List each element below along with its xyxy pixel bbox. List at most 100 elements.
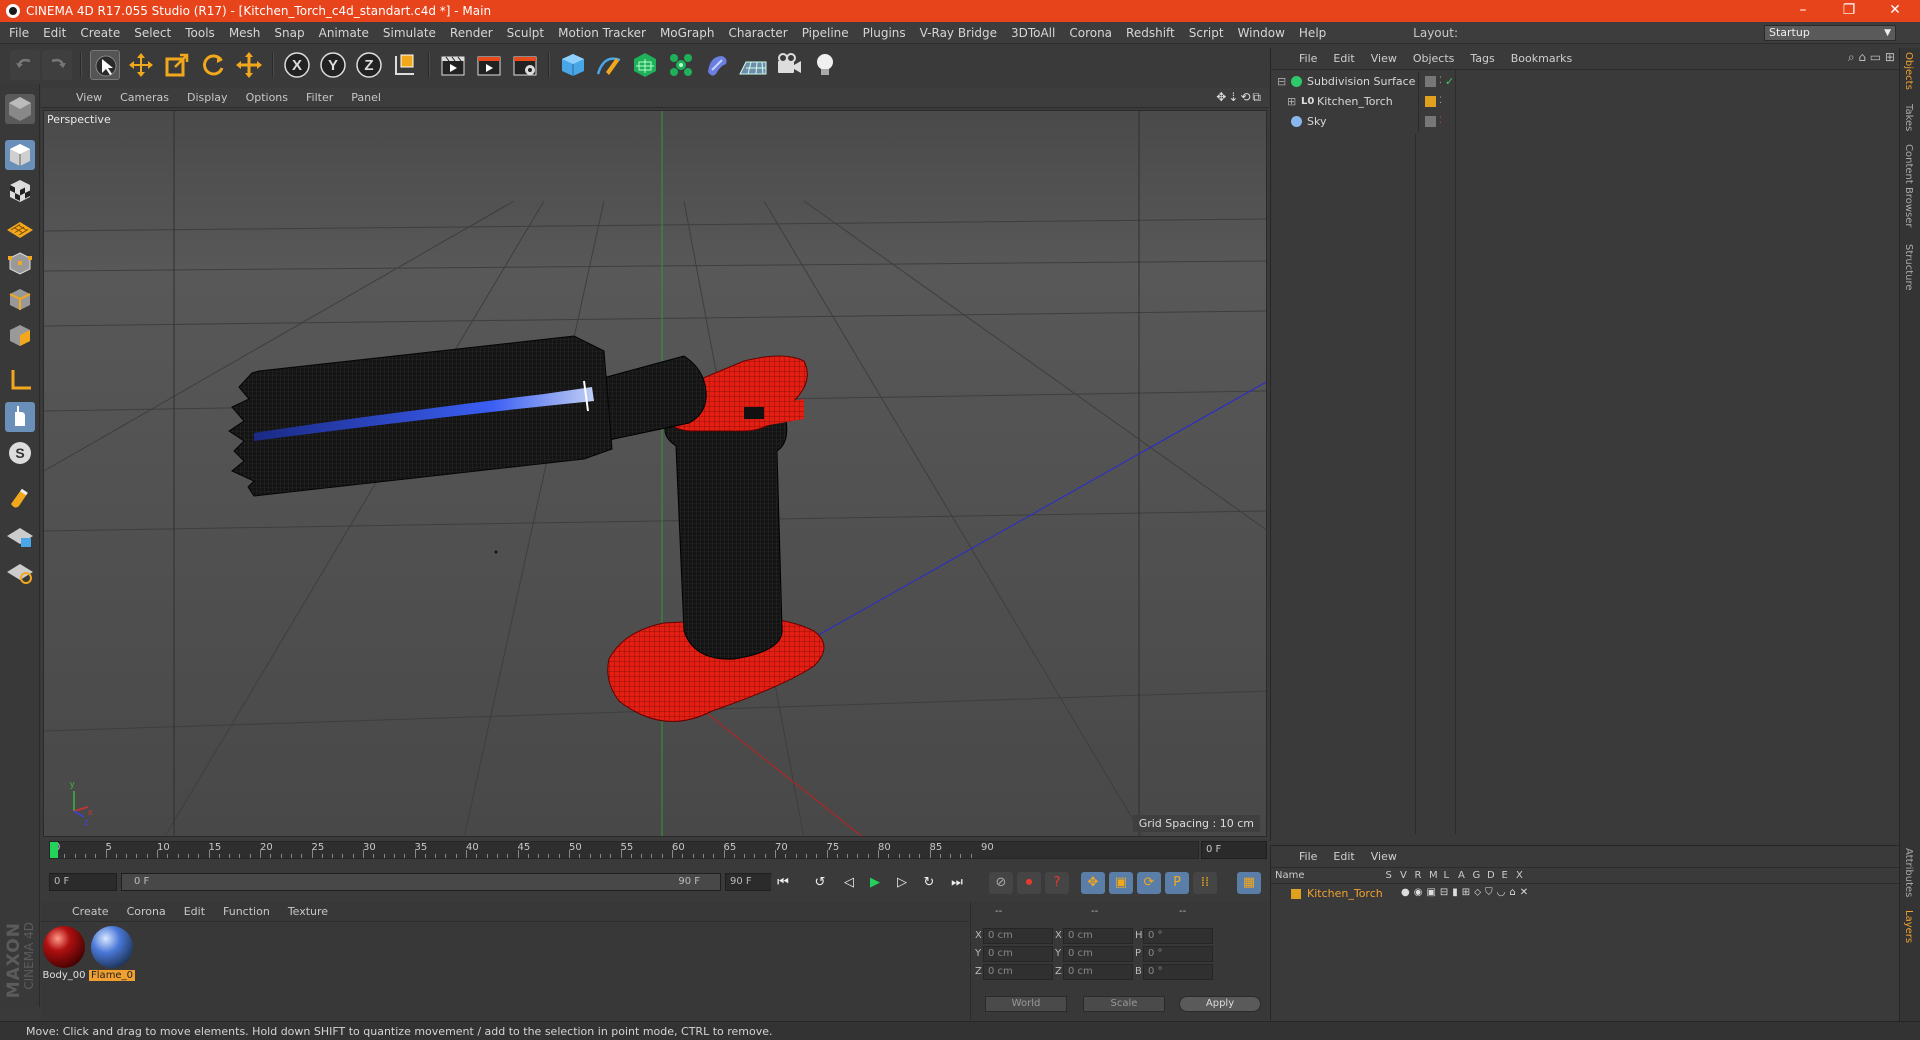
close-button[interactable]: ✕ — [1872, 0, 1918, 22]
solo-icon[interactable]: S — [5, 438, 35, 468]
menu-create[interactable]: Create — [73, 22, 127, 44]
prev-key-icon[interactable]: ↺ — [808, 872, 832, 894]
menu-motion-tracker[interactable]: Motion Tracker — [551, 22, 653, 44]
key-rotate-icon[interactable]: ⟳ — [1137, 872, 1161, 894]
object-menu-edit[interactable]: Edit — [1325, 48, 1362, 70]
minimize-button[interactable]: – — [1780, 0, 1826, 22]
menu-render[interactable]: Render — [443, 22, 500, 44]
menu-help[interactable]: Help — [1292, 22, 1333, 44]
viewport-menu-options[interactable]: Options — [237, 88, 297, 108]
layer-column-g[interactable]: G — [1473, 870, 1481, 881]
tree-expand-icon[interactable]: ⊞ — [1287, 92, 1296, 111]
menu-character[interactable]: Character — [721, 22, 794, 44]
menu-pipeline[interactable]: Pipeline — [795, 22, 856, 44]
material-menu-corona[interactable]: Corona — [118, 902, 175, 922]
layer-column-a[interactable]: A — [1458, 870, 1465, 881]
apply-button[interactable]: Apply — [1179, 996, 1261, 1012]
coord-value-field[interactable]: 0 cm — [1063, 928, 1133, 944]
coord-value-field[interactable]: 0 cm — [1063, 946, 1133, 962]
autokey-icon[interactable]: ⏺ — [1017, 872, 1041, 894]
go-start-icon[interactable]: ⏮ — [771, 872, 795, 894]
menu-corona[interactable]: Corona — [1062, 22, 1119, 44]
move-add-icon[interactable] — [234, 50, 264, 80]
render-settings-icon[interactable] — [510, 50, 540, 80]
menu-snap[interactable]: Snap — [267, 22, 311, 44]
coord-mode-select[interactable]: World — [985, 996, 1067, 1012]
next-frame-icon[interactable]: ▷ — [890, 872, 914, 894]
go-end-icon[interactable]: ⏭ — [945, 872, 969, 894]
prev-frame-icon[interactable]: ◁ — [837, 872, 861, 894]
floor-icon[interactable] — [738, 50, 768, 80]
cloner-icon[interactable] — [666, 50, 696, 80]
light-icon[interactable] — [810, 50, 840, 80]
object-menu-objects[interactable]: Objects — [1405, 48, 1463, 70]
layer-column-s[interactable]: S — [1386, 870, 1392, 881]
tab-content-browser[interactable]: Content Browser — [1903, 144, 1914, 227]
timeline-ruler[interactable]: 051015202530354045505560657075808590 — [49, 841, 1199, 859]
world-coord-icon[interactable] — [390, 50, 420, 80]
workplane-icon[interactable] — [5, 212, 35, 242]
tab-attributes[interactable]: Attributes — [1903, 848, 1914, 897]
layer-column-name[interactable]: Name — [1275, 870, 1305, 881]
move-icon[interactable] — [126, 50, 156, 80]
menu-tools[interactable]: Tools — [178, 22, 222, 44]
z-axis-icon[interactable]: Z — [354, 50, 384, 80]
menu-mograph[interactable]: MoGraph — [653, 22, 722, 44]
menu-window[interactable]: Window — [1231, 22, 1292, 44]
keyframe-help-icon[interactable]: ? — [1045, 872, 1069, 894]
key-scale-icon[interactable]: ▣ — [1109, 872, 1133, 894]
menu-animate[interactable]: Animate — [312, 22, 376, 44]
object-row-kitchen-torch[interactable]: ⊞ L0 Kitchen_Torch ⁚ — [1273, 92, 1897, 111]
layer-row-kitchen-torch[interactable]: Kitchen_Torch ●◉▣⊟▮⊞⬦⛉◡⌂✕ — [1271, 886, 1899, 902]
menu-select[interactable]: Select — [127, 22, 178, 44]
layer-column-e[interactable]: E — [1502, 870, 1508, 881]
viewport-nav-icons[interactable]: ✥⇣⟲⧉ — [1216, 90, 1263, 105]
restore-button[interactable]: ❐ — [1826, 0, 1872, 22]
model-mode-icon[interactable] — [5, 140, 35, 170]
menu-plugins[interactable]: Plugins — [856, 22, 913, 44]
planar-workplane-icon[interactable] — [5, 556, 35, 586]
layout-select[interactable]: Startup ▼ — [1764, 25, 1896, 41]
x-axis-icon[interactable]: X — [282, 50, 312, 80]
enabled-check-icon[interactable]: ✓ — [1445, 72, 1454, 91]
frame-range-slider[interactable]: 0 F 90 F — [121, 873, 721, 891]
make-editable-icon[interactable] — [5, 94, 35, 124]
layer-column-x[interactable]: X — [1516, 870, 1523, 881]
menu-mesh[interactable]: Mesh — [222, 22, 268, 44]
coord-value-field[interactable]: 0 cm — [983, 946, 1053, 962]
cube-primitive-icon[interactable] — [558, 50, 588, 80]
material-flame-label[interactable]: Flame_0 — [89, 970, 135, 981]
layer-color-chip[interactable] — [1291, 889, 1301, 899]
coord-transform-select[interactable]: Scale — [1083, 996, 1165, 1012]
layer-column-v[interactable]: V — [1400, 870, 1407, 881]
camera-icon[interactable] — [774, 50, 804, 80]
playhead-marker[interactable] — [50, 842, 58, 858]
tab-layers[interactable]: Layers — [1903, 910, 1914, 943]
viewport-menu-cameras[interactable]: Cameras — [111, 88, 178, 108]
layer-menu-edit[interactable]: Edit — [1325, 846, 1362, 868]
live-selection-icon[interactable] — [90, 50, 120, 80]
tree-collapse-icon[interactable]: ⊟ — [1277, 72, 1286, 91]
object-menu-file[interactable]: File — [1291, 48, 1325, 70]
layer-menu-view[interactable]: View — [1363, 846, 1405, 868]
menu-simulate[interactable]: Simulate — [376, 22, 443, 44]
snap-icon[interactable] — [5, 484, 35, 514]
object-row-subdivision[interactable]: ⊟ Subdivision Surface ⁚ ✓ — [1273, 72, 1897, 91]
tab-takes[interactable]: Takes — [1903, 104, 1914, 131]
current-frame-field[interactable]: 0 F — [1201, 841, 1267, 859]
layer-menu-file[interactable]: File — [1291, 846, 1325, 868]
visibility-dots[interactable]: ⁚ — [1439, 92, 1442, 111]
material-menu-texture[interactable]: Texture — [279, 902, 337, 922]
layer-flag-icons[interactable]: ●◉▣⊟▮⊞⬦⛉◡⌂✕ — [1401, 887, 1532, 898]
key-param-icon[interactable]: P — [1165, 872, 1189, 894]
object-search-icon[interactable]: ⌕ ⌂ ▭ ⊞ — [1848, 50, 1895, 65]
object-menu-view[interactable]: View — [1363, 48, 1405, 70]
undo-icon[interactable] — [10, 50, 40, 80]
viewport-menu-display[interactable]: Display — [178, 88, 237, 108]
next-key-icon[interactable]: ↻ — [917, 872, 941, 894]
tab-structure[interactable]: Structure — [1903, 244, 1914, 291]
perspective-viewport[interactable]: y x z Perspective Grid Spacing : 10 cm — [43, 110, 1267, 837]
tweak-mode-icon[interactable] — [5, 402, 35, 432]
visibility-dots[interactable]: ⁚ — [1439, 72, 1442, 91]
key-pla-icon[interactable]: ⁞⁞ — [1193, 872, 1217, 894]
